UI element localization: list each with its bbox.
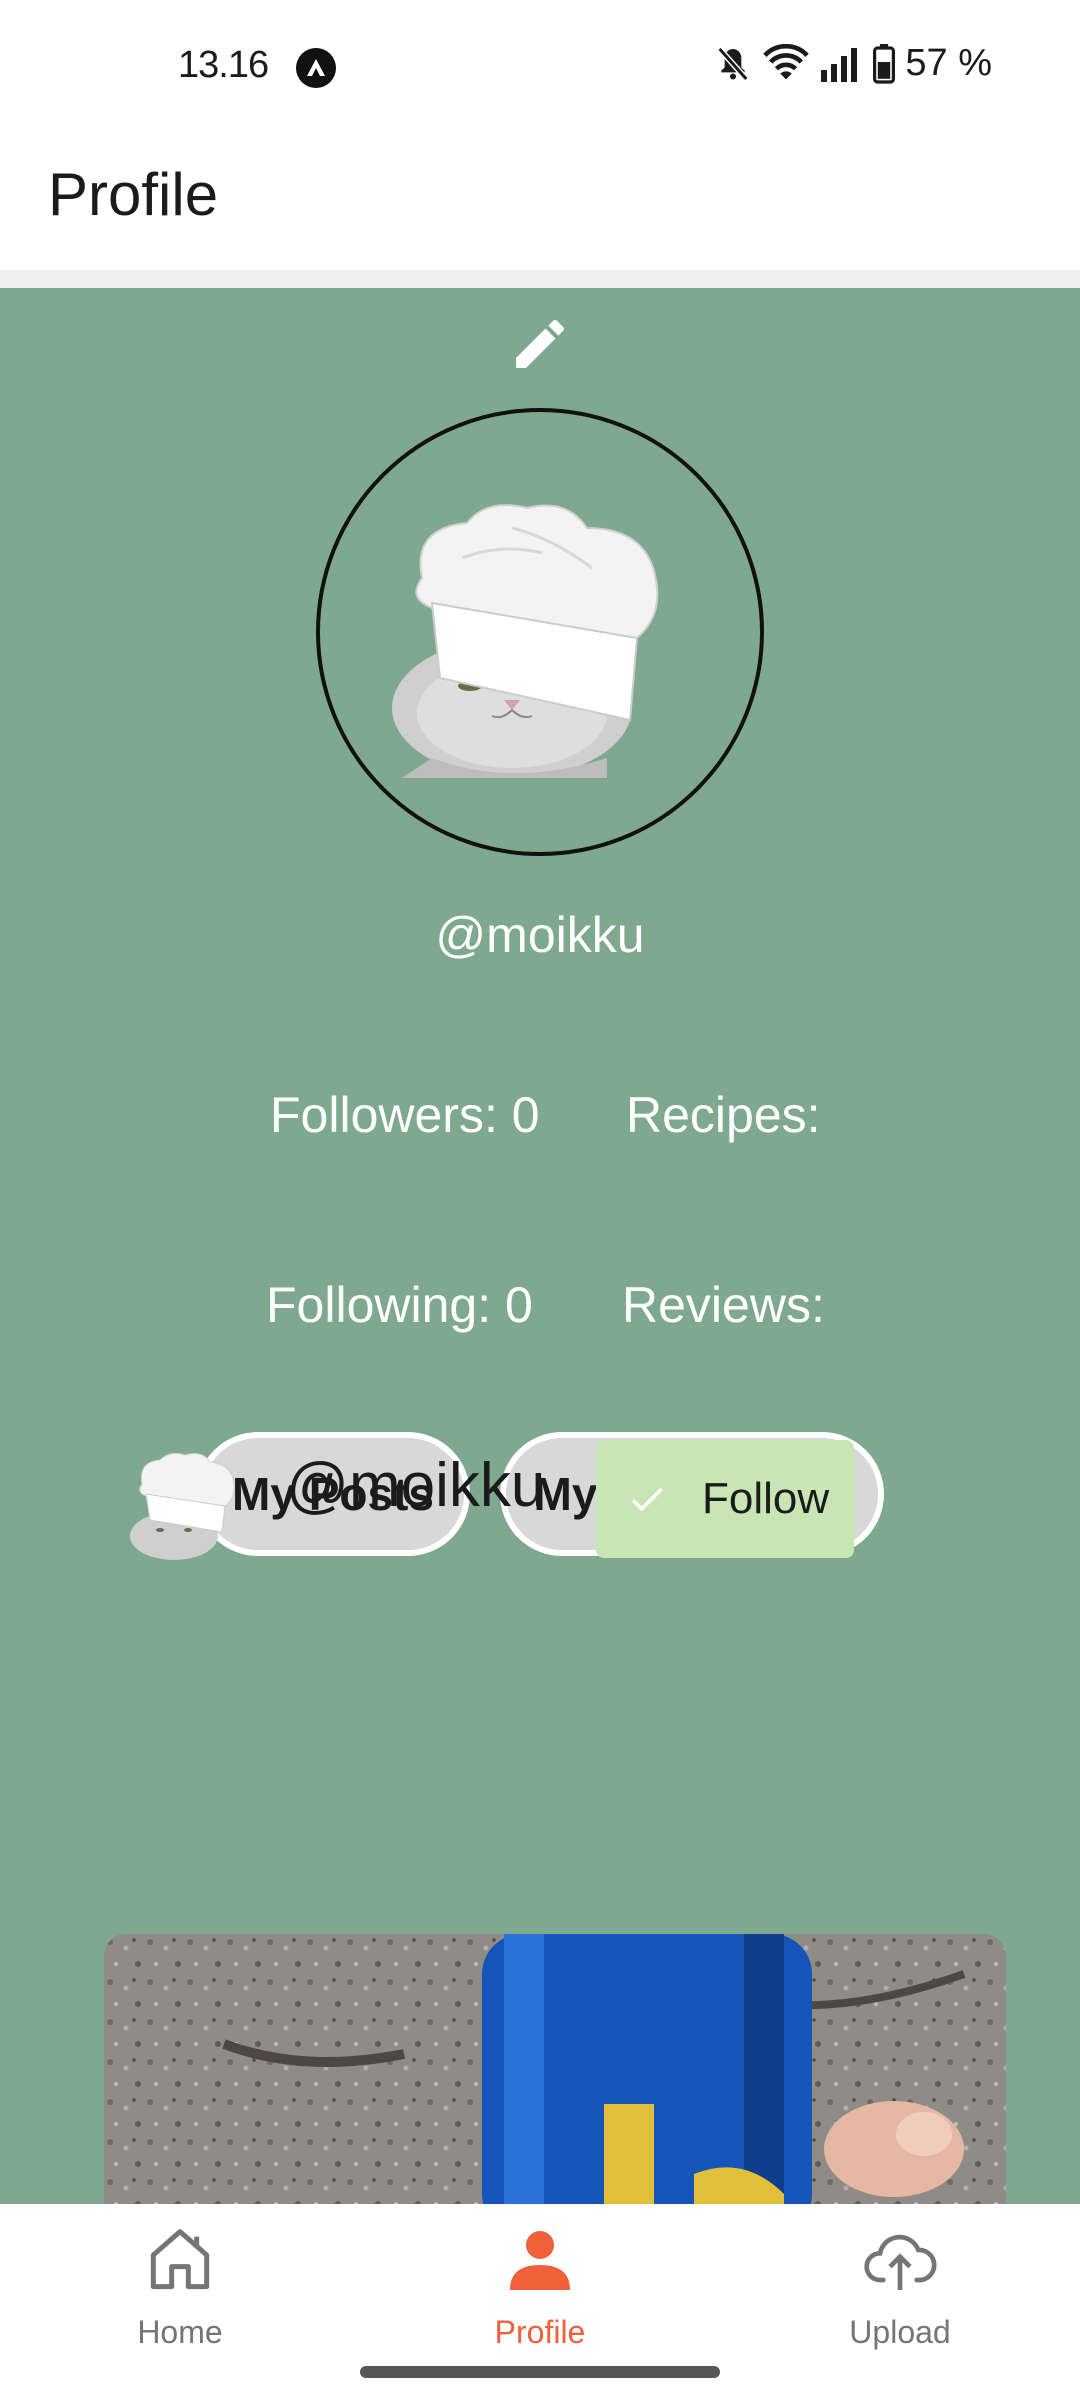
edit-pencil-icon[interactable] (508, 312, 572, 376)
chef-cat-avatar (392, 504, 659, 778)
post-author-avatar[interactable] (130, 1450, 240, 1560)
nav-profile-label: Profile (494, 2314, 586, 2350)
profile-content[interactable]: @moikku Followers: 0 Recipes: Following:… (0, 288, 1080, 2204)
app-bar: Profile (0, 140, 1080, 270)
following-count[interactable]: Following: 0 (266, 1276, 533, 1334)
follow-button[interactable]: Follow (596, 1440, 854, 1558)
followers-count[interactable]: Followers: 0 (270, 1086, 540, 1144)
nav-profile[interactable]: Profile (420, 2220, 660, 2351)
nav-upload-label: Upload (849, 2314, 951, 2350)
status-bar: 13.16 57 % (0, 0, 1080, 140)
bell-muted-icon (717, 46, 749, 81)
status-time: 13.16 (178, 44, 269, 86)
profile-handle: @moikku (435, 907, 645, 963)
signal-icon (821, 47, 858, 82)
system-home-indicator[interactable] (360, 2366, 720, 2378)
status-indicators: 57 % (713, 42, 992, 85)
post-photo (104, 1934, 1006, 2204)
app-bar-divider (0, 270, 1080, 288)
cloud-upload-icon (864, 2234, 937, 2290)
page-title: Profile (48, 161, 219, 228)
reviews-count: Reviews: (622, 1277, 825, 1333)
post-author-handle[interactable]: @moikku (286, 1450, 545, 1521)
home-icon (150, 2229, 210, 2290)
person-icon (510, 2231, 570, 2290)
battery-icon (873, 43, 896, 84)
recipes-count: Recipes: (626, 1087, 821, 1143)
wifi-icon (763, 43, 810, 79)
post-image[interactable] (104, 1934, 1006, 2204)
battery-percentage: 57 % (905, 42, 992, 84)
follow-button-label: Follow (702, 1474, 830, 1523)
nav-upload[interactable]: Upload (780, 2220, 1020, 2351)
nav-home[interactable]: Home (60, 2220, 300, 2351)
nav-home-label: Home (137, 2314, 223, 2350)
check-icon (631, 1487, 663, 1512)
app-notification-icon (296, 48, 336, 88)
